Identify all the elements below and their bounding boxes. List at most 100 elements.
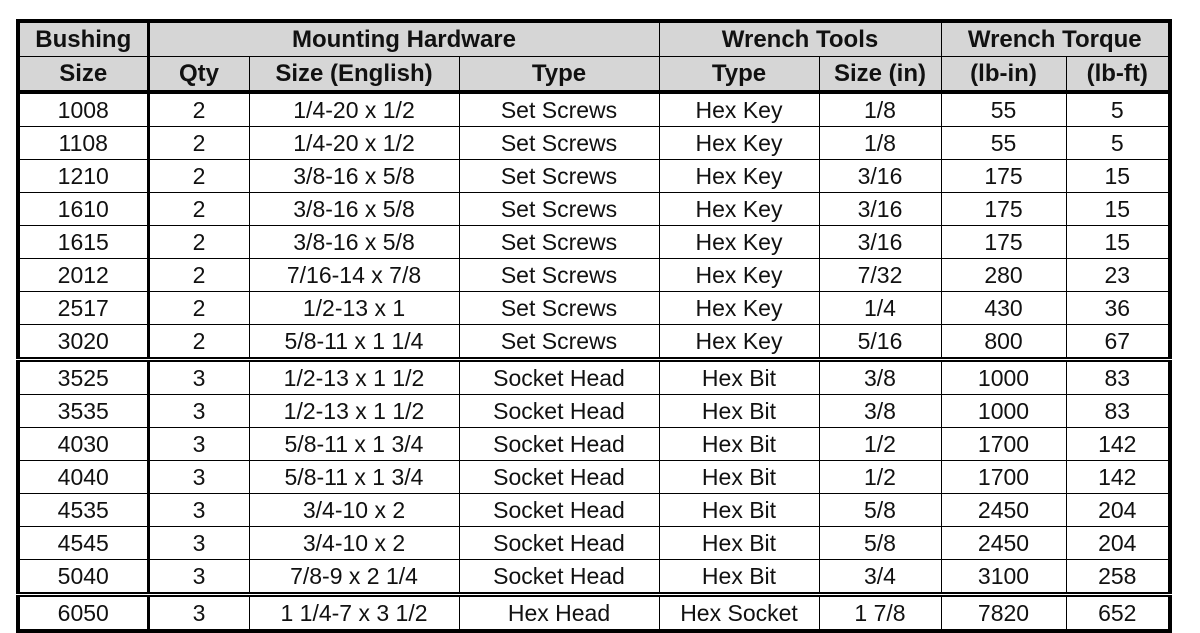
cell-size-english: 1/4-20 x 1/2 [248,126,460,160]
table-row: 4535 3 3/4-10 x 2 Socket Head Hex Bit 5/8 2450… [17,493,1171,527]
cell-size-english: 7/16-14 x 7/8 [248,258,460,292]
header-group-row: Bushing Mounting Hardware Wrench Tools W… [17,20,1171,57]
cell-bushing-size: 3020 [17,324,150,360]
header-torque-lb-in: (lb-in) [940,56,1067,94]
cell-hardware-type: Socket Head [458,427,660,461]
cell-bushing-size: 1210 [17,159,150,193]
cell-hardware-type: Hex Head [458,592,660,632]
cell-torque-lb-ft: 258 [1065,559,1171,595]
cell-torque-lb-ft: 5 [1065,126,1171,160]
cell-qty: 2 [147,258,250,292]
header-wrench-torque: Wrench Torque [940,20,1171,57]
cell-qty: 3 [147,592,250,632]
cell-bushing-size: 1610 [17,192,150,226]
cell-torque-lb-in: 2450 [940,526,1067,560]
cell-tool-type: Hex Bit [658,493,820,527]
header-column-row: Size Qty Size (English) Type Type Size (… [17,56,1171,94]
cell-torque-lb-in: 1000 [940,357,1067,395]
cell-qty: 3 [147,460,250,494]
cell-hardware-type: Set Screws [458,291,660,325]
cell-hardware-type: Set Screws [458,126,660,160]
cell-size-english: 5/8-11 x 1 3/4 [248,427,460,461]
cell-tool-size: 1 7/8 [818,592,942,632]
cell-bushing-size: 2517 [17,291,150,325]
bushing-torque-table: Bushing Mounting Hardware Wrench Tools W… [16,19,1172,633]
cell-hardware-type: Socket Head [458,460,660,494]
table-row: 4040 3 5/8-11 x 1 3/4 Socket Head Hex Bit 1/2… [17,460,1171,494]
cell-qty: 2 [147,192,250,226]
cell-torque-lb-ft: 83 [1065,394,1171,428]
table-body: 1008 2 1/4-20 x 1/2 Set Screws Hex Key 1/8 55 5… [17,91,1171,632]
table-row: 2012 2 7/16-14 x 7/8 Set Screws Hex Key 7/32 2… [17,258,1171,292]
cell-bushing-size: 3535 [17,394,150,428]
cell-tool-type: Hex Key [658,192,820,226]
cell-torque-lb-ft: 5 [1065,91,1171,127]
cell-torque-lb-in: 430 [940,291,1067,325]
cell-torque-lb-ft: 23 [1065,258,1171,292]
cell-bushing-size: 3525 [17,357,150,395]
header-wrench-tools: Wrench Tools [658,20,942,57]
cell-torque-lb-in: 175 [940,225,1067,259]
cell-qty: 3 [147,427,250,461]
cell-size-english: 7/8-9 x 2 1/4 [248,559,460,595]
cell-size-english: 1/2-13 x 1 1/2 [248,394,460,428]
cell-qty: 3 [147,357,250,395]
table-row: 3525 3 1/2-13 x 1 1/2 Socket Head Hex Bit 3/8… [17,357,1171,395]
cell-qty: 2 [147,159,250,193]
cell-tool-type: Hex Bit [658,394,820,428]
header-size-english: Size (English) [248,56,460,94]
table-row: 6050 3 1 1/4-7 x 3 1/2 Hex Head Hex Socket 1 … [17,592,1171,632]
table-row: 3535 3 1/2-13 x 1 1/2 Socket Head Hex Bit 3/8… [17,394,1171,428]
cell-size-english: 1/2-13 x 1 [248,291,460,325]
cell-torque-lb-ft: 652 [1065,592,1171,632]
cell-tool-size: 3/8 [818,357,942,395]
cell-torque-lb-in: 1000 [940,394,1067,428]
cell-hardware-type: Set Screws [458,324,660,360]
cell-tool-size: 3/4 [818,559,942,595]
cell-torque-lb-ft: 142 [1065,427,1171,461]
cell-torque-lb-in: 7820 [940,592,1067,632]
cell-tool-size: 3/16 [818,192,942,226]
table-row: 4030 3 5/8-11 x 1 3/4 Socket Head Hex Bit 1/2… [17,427,1171,461]
cell-torque-lb-ft: 15 [1065,159,1171,193]
cell-tool-type: Hex Socket [658,592,820,632]
cell-tool-type: Hex Key [658,291,820,325]
cell-bushing-size: 1615 [17,225,150,259]
cell-qty: 3 [147,559,250,595]
cell-hardware-type: Socket Head [458,493,660,527]
cell-torque-lb-in: 280 [940,258,1067,292]
cell-qty: 3 [147,493,250,527]
cell-tool-type: Hex Bit [658,460,820,494]
cell-torque-lb-in: 175 [940,159,1067,193]
cell-tool-size: 1/8 [818,126,942,160]
cell-bushing-size: 1108 [17,126,150,160]
cell-qty: 2 [147,324,250,360]
cell-torque-lb-ft: 15 [1065,192,1171,226]
cell-torque-lb-in: 2450 [940,493,1067,527]
cell-torque-lb-ft: 36 [1065,291,1171,325]
table-row: 1008 2 1/4-20 x 1/2 Set Screws Hex Key 1/8 55 5 [17,91,1171,127]
cell-torque-lb-ft: 142 [1065,460,1171,494]
cell-hardware-type: Socket Head [458,559,660,595]
cell-torque-lb-ft: 204 [1065,493,1171,527]
bushing-torque-table-container: Bushing Mounting Hardware Wrench Tools W… [16,19,1172,633]
cell-bushing-size: 4040 [17,460,150,494]
cell-torque-lb-in: 800 [940,324,1067,360]
cell-qty: 2 [147,126,250,160]
table-row: 5040 3 7/8-9 x 2 1/4 Socket Head Hex Bit 3/4 3… [17,559,1171,595]
cell-hardware-type: Socket Head [458,394,660,428]
cell-size-english: 1/4-20 x 1/2 [248,91,460,127]
cell-tool-size: 5/8 [818,526,942,560]
cell-tool-type: Hex Key [658,159,820,193]
cell-tool-size: 5/8 [818,493,942,527]
cell-bushing-size: 5040 [17,559,150,595]
table-row: 1610 2 3/8-16 x 5/8 Set Screws Hex Key 3/16 17… [17,192,1171,226]
cell-bushing-size: 4535 [17,493,150,527]
cell-bushing-size: 6050 [17,592,150,632]
cell-qty: 2 [147,225,250,259]
cell-tool-type: Hex Key [658,258,820,292]
cell-size-english: 5/8-11 x 1 1/4 [248,324,460,360]
cell-tool-size: 1/2 [818,427,942,461]
header-hardware-type: Type [458,56,660,94]
cell-hardware-type: Set Screws [458,91,660,127]
